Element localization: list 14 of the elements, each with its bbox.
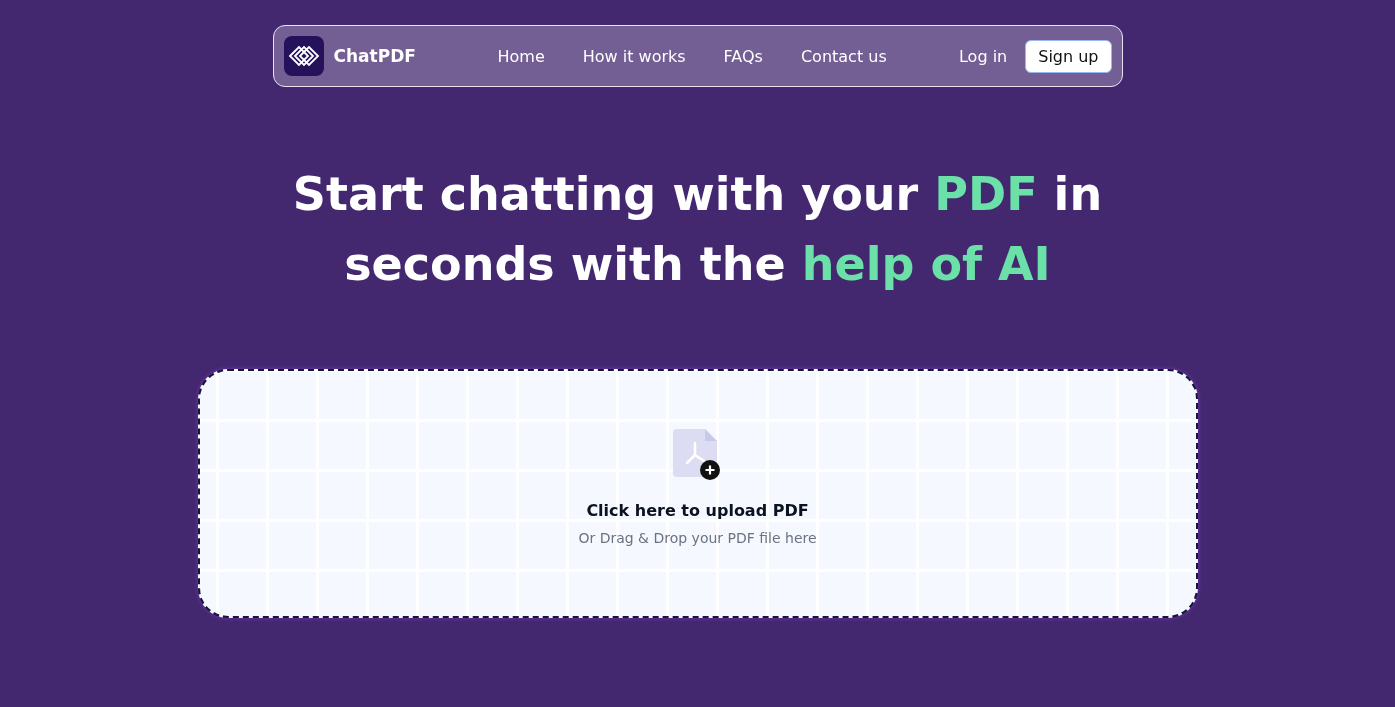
login-link[interactable]: Log in [958,46,1008,66]
pdf-file-add-icon [672,429,723,481]
nav-link[interactable]: How it works [582,46,686,66]
upload-hint: Or Drag & Drop your PDF file here [578,530,817,546]
logo-icon[interactable] [283,36,324,76]
upload-dropzone[interactable]: Click here to upload PDF Or Drag & Drop your PDF file here [197,369,1198,618]
nav-link[interactable]: Home [497,46,545,66]
headline-line: Start chatting with your PDF in [292,166,1103,223]
brand-name[interactable]: ChatPDF [333,46,416,66]
nav-link[interactable]: FAQs [723,46,763,66]
signup-button[interactable]: Sign up [1025,39,1112,73]
nav-link[interactable]: Contact us [800,46,887,66]
headline-line: seconds with the help of AI [344,236,1051,293]
upload-title: Click here to upload PDF [586,501,809,520]
